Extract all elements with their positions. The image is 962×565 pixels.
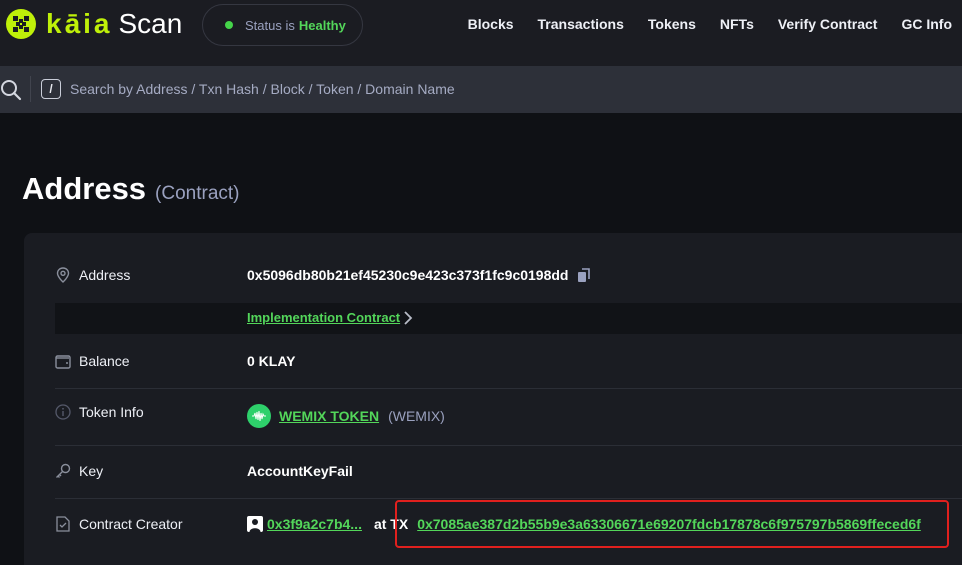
- token-name-link[interactable]: WEMIX TOKEN: [279, 408, 379, 424]
- balance-label: Balance: [55, 353, 130, 369]
- row-divider: [55, 388, 962, 389]
- balance-value: 0 KLAY: [247, 353, 296, 369]
- address-label: Address: [55, 267, 130, 283]
- contract-creator-label: Contract Creator: [55, 516, 182, 532]
- status-value: Healthy: [298, 17, 346, 33]
- kaia-logo-icon: [6, 9, 36, 39]
- info-icon: [55, 404, 71, 420]
- balance-label-text: Balance: [79, 353, 130, 369]
- nav-gc-info[interactable]: GC Info: [901, 16, 952, 32]
- detail-row-address: Address 0x5096db80b21ef45230c9e423c373f1…: [55, 265, 962, 285]
- detail-row-balance: Balance 0 KLAY: [55, 351, 962, 371]
- page-title-subtitle: (Contract): [155, 183, 240, 204]
- location-pin-icon: [55, 267, 71, 283]
- kaia-scan-logo[interactable]: kāia Scan: [6, 9, 182, 39]
- row-divider: [55, 498, 962, 499]
- page-title-main: Address: [22, 171, 147, 206]
- detail-row-token-info: Token Info WEMIX TOKEN (WEMIX): [55, 404, 962, 428]
- copy-icon[interactable]: [577, 267, 591, 283]
- nav-nfts[interactable]: NFTs: [720, 16, 754, 32]
- nav-tokens[interactable]: Tokens: [648, 16, 696, 32]
- status-label: Status is: [245, 17, 295, 33]
- row-divider: [55, 445, 962, 446]
- wemix-token-logo-icon: [247, 404, 271, 428]
- network-status-badge[interactable]: Status is Healthy: [202, 4, 363, 46]
- search-bar: /: [0, 66, 962, 113]
- nav-verify-contract[interactable]: Verify Contract: [778, 16, 878, 32]
- key-label-text: Key: [79, 463, 104, 479]
- address-label-text: Address: [79, 267, 131, 283]
- address-hash: 0x5096db80b21ef45230c9e423c373f1fc9c0198…: [247, 267, 569, 283]
- red-highlight-annotation: [395, 500, 949, 548]
- key-icon: [55, 463, 71, 479]
- search-icon[interactable]: [0, 79, 22, 106]
- page-title: Address (Contract): [22, 171, 240, 207]
- slash-shortcut-key-icon: /: [41, 79, 61, 99]
- top-navigation-bar: kāia Scan Status is Healthy Blocks Trans…: [0, 0, 962, 66]
- status-dot-icon: [225, 21, 233, 29]
- logo-wordmark: kāia: [46, 8, 113, 39]
- token-info-label-text: Token Info: [79, 404, 144, 420]
- document-check-icon: [55, 516, 71, 532]
- contract-creator-label-text: Contract Creator: [79, 516, 183, 532]
- address-value: 0x5096db80b21ef45230c9e423c373f1fc9c0198…: [247, 267, 591, 283]
- search-divider: [30, 76, 31, 102]
- key-label: Key: [55, 463, 103, 479]
- creator-address-link[interactable]: 0x3f9a2c7b4...: [267, 516, 362, 532]
- implementation-contract-link[interactable]: Implementation Contract: [247, 310, 400, 325]
- nav-blocks[interactable]: Blocks: [468, 16, 514, 32]
- token-info-value: WEMIX TOKEN (WEMIX): [247, 404, 445, 428]
- nav-transactions[interactable]: Transactions: [538, 16, 624, 32]
- token-symbol: (WEMIX): [388, 408, 445, 424]
- main-nav: Blocks Transactions Tokens NFTs Verify C…: [468, 16, 952, 32]
- key-value: AccountKeyFail: [247, 463, 353, 479]
- user-avatar-icon: [247, 516, 263, 532]
- search-input[interactable]: [70, 77, 930, 101]
- chevron-right-icon[interactable]: [402, 309, 414, 332]
- implementation-contract-strip: Implementation Contract: [55, 303, 962, 334]
- token-info-label: Token Info: [55, 404, 144, 420]
- logo-suffix: Scan: [118, 8, 183, 39]
- detail-row-key: Key AccountKeyFail: [55, 461, 962, 481]
- wallet-icon: [55, 353, 71, 369]
